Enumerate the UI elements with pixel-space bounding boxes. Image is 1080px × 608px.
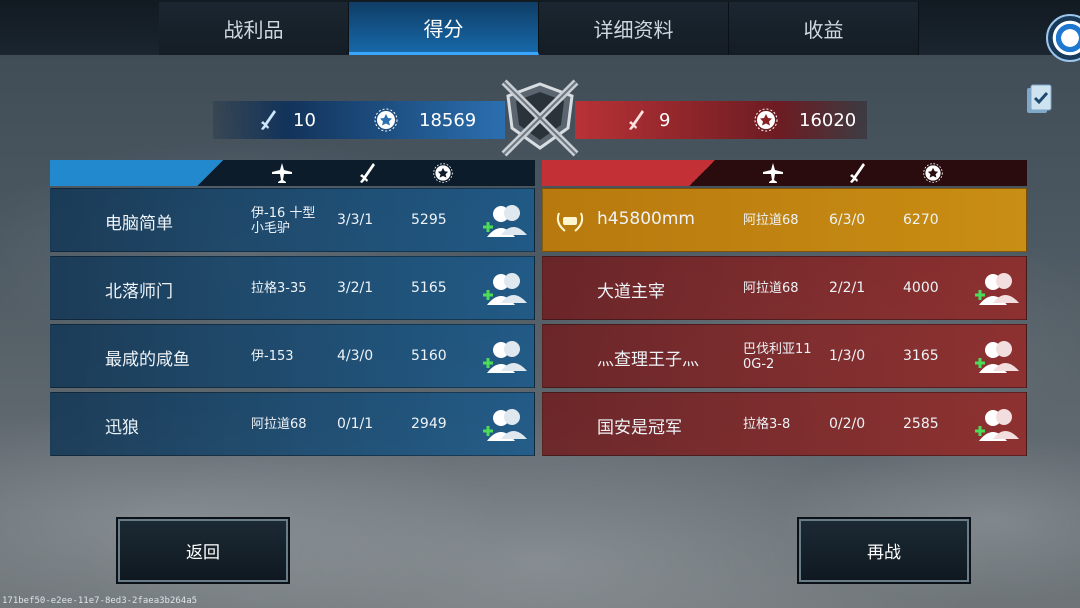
laurel-medal-icon (556, 212, 584, 232)
table-row: 大道主宰 阿拉道68 2/2/1 4000 (542, 256, 1027, 320)
player-score: 6270 (903, 212, 939, 228)
tab-earnings[interactable]: 收益 (729, 2, 919, 55)
plane-name: 巴伐利亚11 0G-2 (743, 342, 812, 372)
table-row: 灬查理王子灬 巴伐利亚11 0G-2 1/3/0 3165 (542, 324, 1027, 388)
top-tab-bar: 战利品 得分 详细资料 收益 (0, 0, 1080, 55)
add-friend-icon[interactable] (971, 269, 1021, 309)
star-medal-icon (923, 163, 943, 183)
player-name: 最咸的咸鱼 (105, 350, 190, 370)
table-row: 迅狼 阿拉道68 0/1/1 2949 (50, 392, 535, 456)
player-score: 5160 (411, 348, 447, 364)
red-kills: 9 (627, 101, 670, 139)
table-row: 电脑简单 伊-16 十型 小毛驴 3/3/1 5295 (50, 188, 535, 252)
kda: 0/2/0 (829, 416, 866, 432)
kda: 6/3/0 (829, 212, 866, 228)
kda: 1/3/0 (829, 348, 866, 364)
rematch-button[interactable]: 再战 (799, 519, 969, 582)
add-friend-icon[interactable] (479, 269, 529, 309)
player-score: 2585 (903, 416, 939, 432)
back-button[interactable]: 返回 (118, 519, 288, 582)
tab-details[interactable]: 详细资料 (539, 2, 729, 55)
sword-icon (629, 110, 644, 130)
plane-name: 阿拉道68 (743, 213, 799, 228)
red-team-score-bar: 9 16020 (575, 101, 867, 139)
plane-icon (763, 163, 783, 183)
blue-team-score-bar: 10 18569 (213, 101, 505, 139)
star-medal-icon (374, 108, 398, 132)
player-score: 4000 (903, 280, 939, 296)
add-friend-icon[interactable] (479, 201, 529, 241)
add-friend-icon[interactable] (479, 405, 529, 445)
star-medal-icon (433, 163, 453, 183)
plane-name: 拉格3-8 (743, 417, 791, 432)
table-row: 最咸的咸鱼 伊-153 4/3/0 5160 (50, 324, 535, 388)
player-name: 迅狼 (105, 418, 139, 438)
table-row: 北落师门 拉格3-35 3/2/1 5165 (50, 256, 535, 320)
clipboard-check-icon[interactable] (1024, 83, 1054, 115)
player-score: 3165 (903, 348, 939, 364)
plane-name: 拉格3-35 (251, 281, 307, 296)
plane-name: 阿拉道68 (743, 281, 799, 296)
tab-score[interactable]: 得分 (349, 2, 539, 55)
kda: 0/1/1 (337, 416, 374, 432)
crossed-swords-emblem-icon (501, 79, 579, 157)
player-score: 5295 (411, 212, 447, 228)
red-score-value: 16020 (799, 109, 857, 131)
kda: 3/3/1 (337, 212, 374, 228)
tab-list: 战利品 得分 详细资料 收益 (159, 2, 919, 55)
red-kills-value: 9 (659, 109, 671, 131)
plane-name: 伊-16 十型 小毛驴 (251, 206, 316, 236)
plane-name: 阿拉道68 (251, 417, 307, 432)
sword-icon (360, 163, 375, 183)
kda: 4/3/0 (337, 348, 374, 364)
player-name: 国安是冠军 (597, 418, 682, 438)
blue-score: 18569 (373, 101, 476, 139)
player-name: h45800mm (597, 209, 695, 229)
red-team-header (542, 160, 1027, 186)
table-row-highlighted: h45800mm 阿拉道68 6/3/0 6270 (542, 188, 1027, 252)
sword-icon (261, 110, 276, 130)
player-name: 北落师门 (105, 282, 173, 302)
red-score: 16020 (753, 101, 856, 139)
plane-icon (272, 163, 292, 183)
player-score: 2949 (411, 416, 447, 432)
blue-kills: 10 (259, 101, 316, 139)
player-name: 灬查理王子灬 (597, 350, 699, 370)
kda: 3/2/1 (337, 280, 374, 296)
session-id-text: 171bef50-e2ee-11e7-8ed3-2faea3b264a5 (2, 596, 198, 606)
blue-kills-value: 10 (293, 109, 316, 131)
add-friend-icon[interactable] (971, 405, 1021, 445)
tab-loot[interactable]: 战利品 (159, 2, 349, 55)
player-name: 大道主宰 (597, 282, 665, 302)
blue-team-header (50, 160, 535, 186)
table-row: 国安是冠军 拉格3-8 0/2/0 2585 (542, 392, 1027, 456)
star-medal-icon (754, 108, 778, 132)
sword-icon (850, 163, 865, 183)
plane-name: 伊-153 (251, 349, 294, 364)
blue-score-value: 18569 (419, 109, 477, 131)
add-friend-icon[interactable] (971, 337, 1021, 377)
add-friend-icon[interactable] (479, 337, 529, 377)
player-score: 5165 (411, 280, 447, 296)
kda: 2/2/1 (829, 280, 866, 296)
player-name: 电脑简单 (105, 214, 173, 234)
